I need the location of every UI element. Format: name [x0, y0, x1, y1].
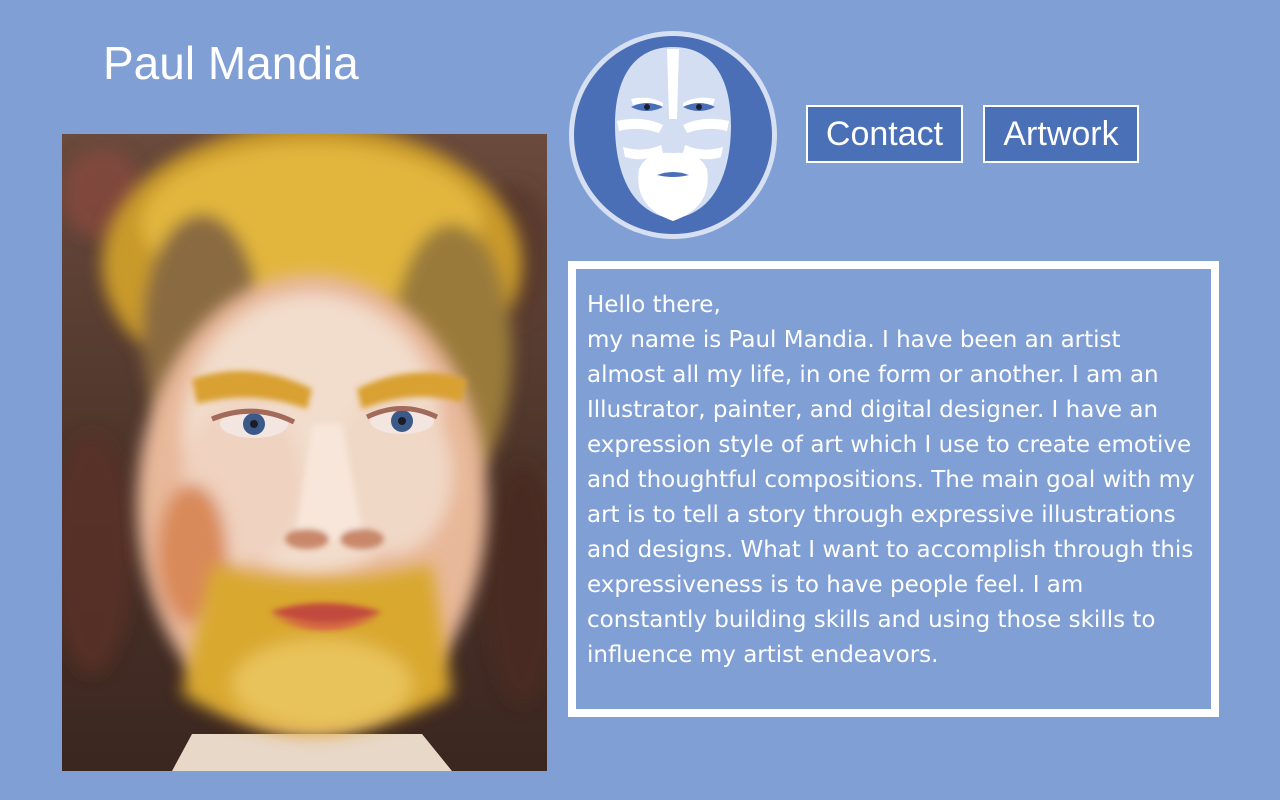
- logo-icon: [567, 29, 779, 241]
- site-title: Paul Mandia: [103, 37, 359, 89]
- contact-button[interactable]: Contact: [806, 105, 963, 163]
- bio-text: Hello there, my name is Paul Mandia. I h…: [568, 261, 1219, 717]
- artwork-button[interactable]: Artwork: [983, 105, 1139, 163]
- self-portrait-painting: [62, 134, 547, 771]
